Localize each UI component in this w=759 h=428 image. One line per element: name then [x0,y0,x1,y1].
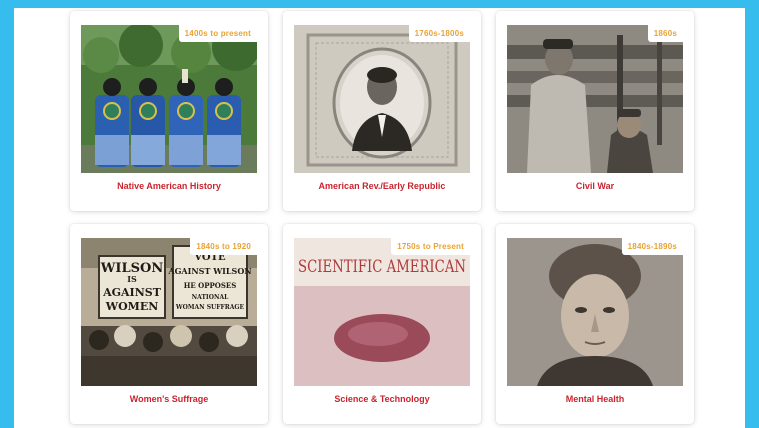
womens-suffrage-image: WILSON IS AGAINST WOMEN VOTE AGAINST WIL… [81,238,257,386]
topic-card-american-revolution[interactable]: 1760s-1800s American Rev./Early Republic [283,11,481,211]
topic-card-civil-war[interactable]: 1860s Civil War [496,11,694,211]
topic-label[interactable]: Civil War [496,181,694,191]
civil-war-image: 1860s [507,25,683,173]
science-technology-image: SCIENTIFIC AMERICAN 1750s to Present [294,238,470,386]
topic-label[interactable]: Mental Health [496,394,694,404]
native-american-history-image: 1400s to present [81,25,257,173]
topic-card-mental-health[interactable]: 1840s-1890s Mental Health [496,224,694,424]
topic-label[interactable]: Women's Suffrage [70,394,268,404]
sign-text: WOMEN [105,300,159,313]
sign-text: AGAINST WILSON [167,266,251,276]
sign-text: IS [127,274,137,284]
sign-text: WOMAN SUFFRAGE [175,304,245,311]
sign-text: NATIONAL [192,294,229,301]
mental-health-image: 1840s-1890s [507,238,683,386]
topic-card-science-technology[interactable]: SCIENTIFIC AMERICAN 1750s to Present Sci… [283,224,481,424]
sign-text: AGAINST [102,286,162,299]
topic-label[interactable]: American Rev./Early Republic [283,181,481,191]
era-badge: 1860s [647,25,683,42]
content-panel: 1400s to present Native American History [14,8,745,428]
topic-card-native-american-history[interactable]: 1400s to present Native American History [70,11,268,211]
era-badge: 1750s to Present [391,238,470,255]
american-revolution-image: 1760s-1800s [294,25,470,173]
topic-label[interactable]: Science & Technology [283,394,481,404]
era-badge: 1400s to present [178,25,257,42]
topic-card-womens-suffrage[interactable]: WILSON IS AGAINST WOMEN VOTE AGAINST WIL… [70,224,268,424]
magazine-masthead: SCIENTIFIC AMERICAN [298,257,466,277]
sign-text: HE OPPOSES [184,281,237,290]
topic-label[interactable]: Native American History [70,181,268,191]
topic-grid: 1400s to present Native American History [14,8,745,428]
era-badge: 1760s-1800s [408,25,470,42]
era-badge: 1840s to 1920 [190,238,257,255]
era-badge: 1840s-1890s [621,238,683,255]
